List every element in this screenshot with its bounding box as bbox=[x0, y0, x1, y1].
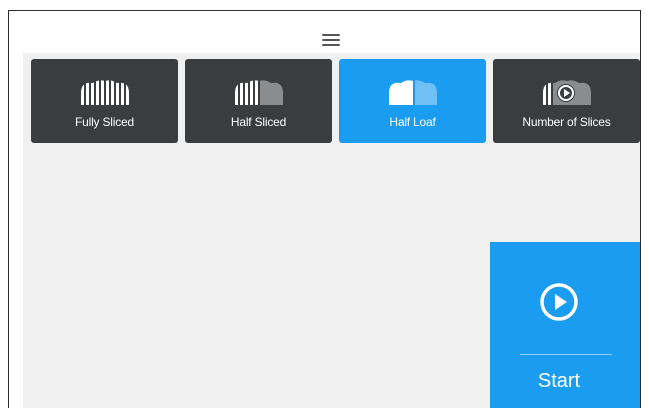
start-button[interactable]: Start bbox=[490, 242, 640, 408]
tile-number-of-slices[interactable]: Number of Slices bbox=[493, 59, 640, 143]
tile-fully-sliced[interactable]: Fully Sliced bbox=[31, 59, 178, 143]
slicing-mode-tiles: Fully Sliced Half Sliced Half Loaf Numbe… bbox=[31, 59, 640, 143]
hamburger-menu-icon[interactable] bbox=[322, 34, 340, 48]
tile-label: Fully Sliced bbox=[75, 115, 134, 129]
tile-label: Half Sliced bbox=[230, 115, 287, 129]
top-bar bbox=[9, 11, 640, 56]
play-circle-icon bbox=[540, 283, 578, 321]
app-window: Fully Sliced Half Sliced Half Loaf Numbe… bbox=[8, 10, 641, 408]
fully-sliced-bread-icon bbox=[80, 80, 129, 105]
number-of-slices-icon bbox=[542, 80, 591, 105]
start-divider bbox=[520, 354, 612, 355]
tile-half-sliced[interactable]: Half Sliced bbox=[185, 59, 332, 143]
tile-half-loaf[interactable]: Half Loaf bbox=[339, 59, 486, 143]
tile-label: Number of Slices bbox=[522, 115, 611, 129]
main-content: Fully Sliced Half Sliced Half Loaf Numbe… bbox=[23, 53, 640, 408]
tile-label: Half Loaf bbox=[389, 115, 436, 129]
half-loaf-icon bbox=[388, 80, 437, 105]
half-sliced-bread-icon bbox=[234, 80, 283, 105]
start-label: Start bbox=[537, 370, 581, 392]
